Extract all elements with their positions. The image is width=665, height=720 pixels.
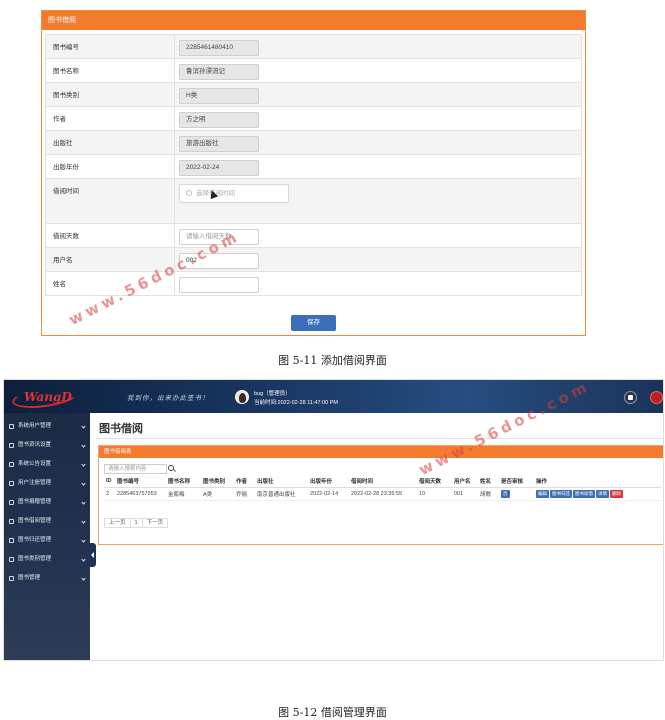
field-label-author: 作者 — [45, 106, 175, 131]
page-title: 图书借阅 — [99, 423, 143, 435]
chevron-down-icon — [81, 481, 86, 486]
chevron-down-icon — [81, 424, 86, 429]
audit-badge[interactable]: 否 — [501, 489, 510, 498]
prev-page-button[interactable]: 上一页 — [104, 518, 131, 528]
chevron-down-icon — [81, 500, 86, 505]
borrow-time-picker[interactable]: 选择借阅时间 — [179, 184, 289, 203]
sidebar-item-user-register[interactable]: 用户注册管理 — [4, 474, 90, 493]
col-publisher: 出版社 — [255, 476, 308, 488]
gift-icon — [9, 500, 14, 505]
power-icon[interactable] — [650, 391, 663, 404]
logo-text: WangD — [24, 390, 72, 404]
col-id: ID — [104, 476, 115, 488]
field-label-book-no: 图书编号 — [45, 34, 175, 59]
category-field: H类 — [179, 88, 259, 104]
delete-button[interactable]: 删除 — [610, 489, 623, 498]
news-icon — [9, 443, 14, 448]
current-time: 当前时间:2022-02-28 11:47:00 PM — [254, 400, 338, 406]
year-field: 2022-02-24 — [179, 160, 259, 176]
sidebar-item-donation[interactable]: 图书捐赠管理 — [4, 493, 90, 512]
sidebar-item-book-news[interactable]: 图书资讯设置 — [4, 436, 90, 455]
figure-caption-5-11: 图 5-11 添加借阅界面 — [278, 354, 387, 367]
sidebar-item-system-users[interactable]: 系统用户管理 — [4, 417, 90, 436]
field-label-category: 图书类别 — [45, 82, 175, 107]
publisher-field: 旅游出版社 — [179, 136, 259, 152]
users-icon — [9, 519, 14, 524]
form-table: 图书编号 2285461480410 图书名称 鲁滨孙漂流记 图书类别 H类 作… — [45, 34, 582, 296]
col-username: 用户名 — [452, 476, 478, 488]
field-label-publisher: 出版社 — [45, 130, 175, 155]
sidebar-item-return[interactable]: 图书归还管理 — [4, 531, 90, 550]
return-icon — [9, 538, 14, 543]
user-icon — [9, 424, 14, 429]
col-realname: 姓名 — [478, 476, 499, 488]
renew-book-button[interactable]: 图书续借 — [573, 489, 595, 498]
borrow-table: ID 图书编号 图书名称 图书类别 作者 出版社 出版年份 借阅时间 借阅天数 … — [104, 476, 661, 501]
sidebar-collapse-button[interactable] — [90, 543, 96, 567]
sidebar-item-announcement[interactable]: 系统公告设置 — [4, 455, 90, 474]
col-days: 借阅天数 — [417, 476, 452, 488]
col-audit: 是否审核 — [499, 476, 534, 488]
chevron-down-icon — [81, 443, 86, 448]
current-user: bug（管理员） — [254, 391, 291, 397]
sidebar-item-books[interactable]: 图书管理 — [4, 569, 90, 588]
logo: WangD — [10, 383, 80, 412]
search-icon[interactable] — [167, 464, 176, 474]
col-author: 作者 — [234, 476, 255, 488]
figure-caption-5-12: 图 5-12 借阅管理界面 — [278, 706, 387, 719]
col-book-name: 图书名称 — [166, 476, 201, 488]
borrow-list-panel: 图书借阅表 请输入搜索内容 ID 图书编号 图书名称 图书类别 作者 出版社 出… — [98, 445, 663, 545]
pagination: 上一页 1 下一页 — [104, 518, 169, 528]
clock-icon — [186, 190, 192, 196]
col-borrow-time: 借阅时间 — [349, 476, 417, 488]
form-header: 图书借阅 — [42, 11, 585, 30]
save-button[interactable]: 保存 — [291, 315, 336, 331]
book-icon — [9, 576, 14, 581]
sidebar-item-category[interactable]: 图书类别管理 — [4, 550, 90, 569]
chevron-down-icon — [81, 557, 86, 562]
field-label-borrow-time: 借阅时间 — [45, 178, 175, 224]
panel-title: 图书借阅表 — [99, 446, 663, 458]
chevron-down-icon — [81, 576, 86, 581]
borrow-management-screen: WangD 我到你，出来办此签书！ bug（管理员） 当前时间:2022-02-… — [3, 379, 664, 661]
return-book-button[interactable]: 图书归还 — [550, 489, 572, 498]
field-label-year: 出版年份 — [45, 154, 175, 179]
register-icon — [9, 481, 14, 486]
realname-input[interactable] — [179, 277, 259, 293]
tag-icon — [9, 557, 14, 562]
field-label-days: 借阅天数 — [45, 223, 175, 248]
author-field: 方之明 — [179, 112, 259, 128]
table-row: 2 2285463757553 金瓶梅 A类 乔俪 南京普通出版社 2022-0… — [104, 487, 661, 501]
book-no-field: 2285461480410 — [179, 40, 259, 56]
col-year: 出版年份 — [308, 476, 349, 488]
next-page-button[interactable]: 下一页 — [141, 518, 169, 528]
home-icon[interactable] — [624, 391, 637, 404]
slogan: 我到你，出来办此签书！ — [127, 394, 210, 402]
field-label-book-name: 图书名称 — [45, 58, 175, 83]
detail-button[interactable]: 详情 — [596, 489, 609, 498]
chevron-down-icon — [81, 462, 86, 467]
search-input[interactable]: 请输入搜索内容 — [104, 464, 167, 474]
chevron-down-icon — [81, 538, 86, 543]
title-divider — [96, 438, 663, 439]
chevron-down-icon — [81, 519, 86, 524]
edit-button[interactable]: 编辑 — [536, 489, 549, 498]
sidebar: 系统用户管理 图书资讯设置 系统公告设置 用户注册管理 图书捐赠管理 图书借阅管… — [4, 413, 90, 660]
sidebar-item-borrow[interactable]: 图书借阅管理 — [4, 512, 90, 531]
col-category: 图书类别 — [201, 476, 234, 488]
col-book-no: 图书编号 — [115, 476, 166, 488]
avatar[interactable] — [235, 390, 249, 404]
col-actions: 操作 — [534, 476, 661, 488]
bell-icon — [9, 462, 14, 467]
book-name-field: 鲁滨孙漂流记 — [179, 64, 259, 80]
